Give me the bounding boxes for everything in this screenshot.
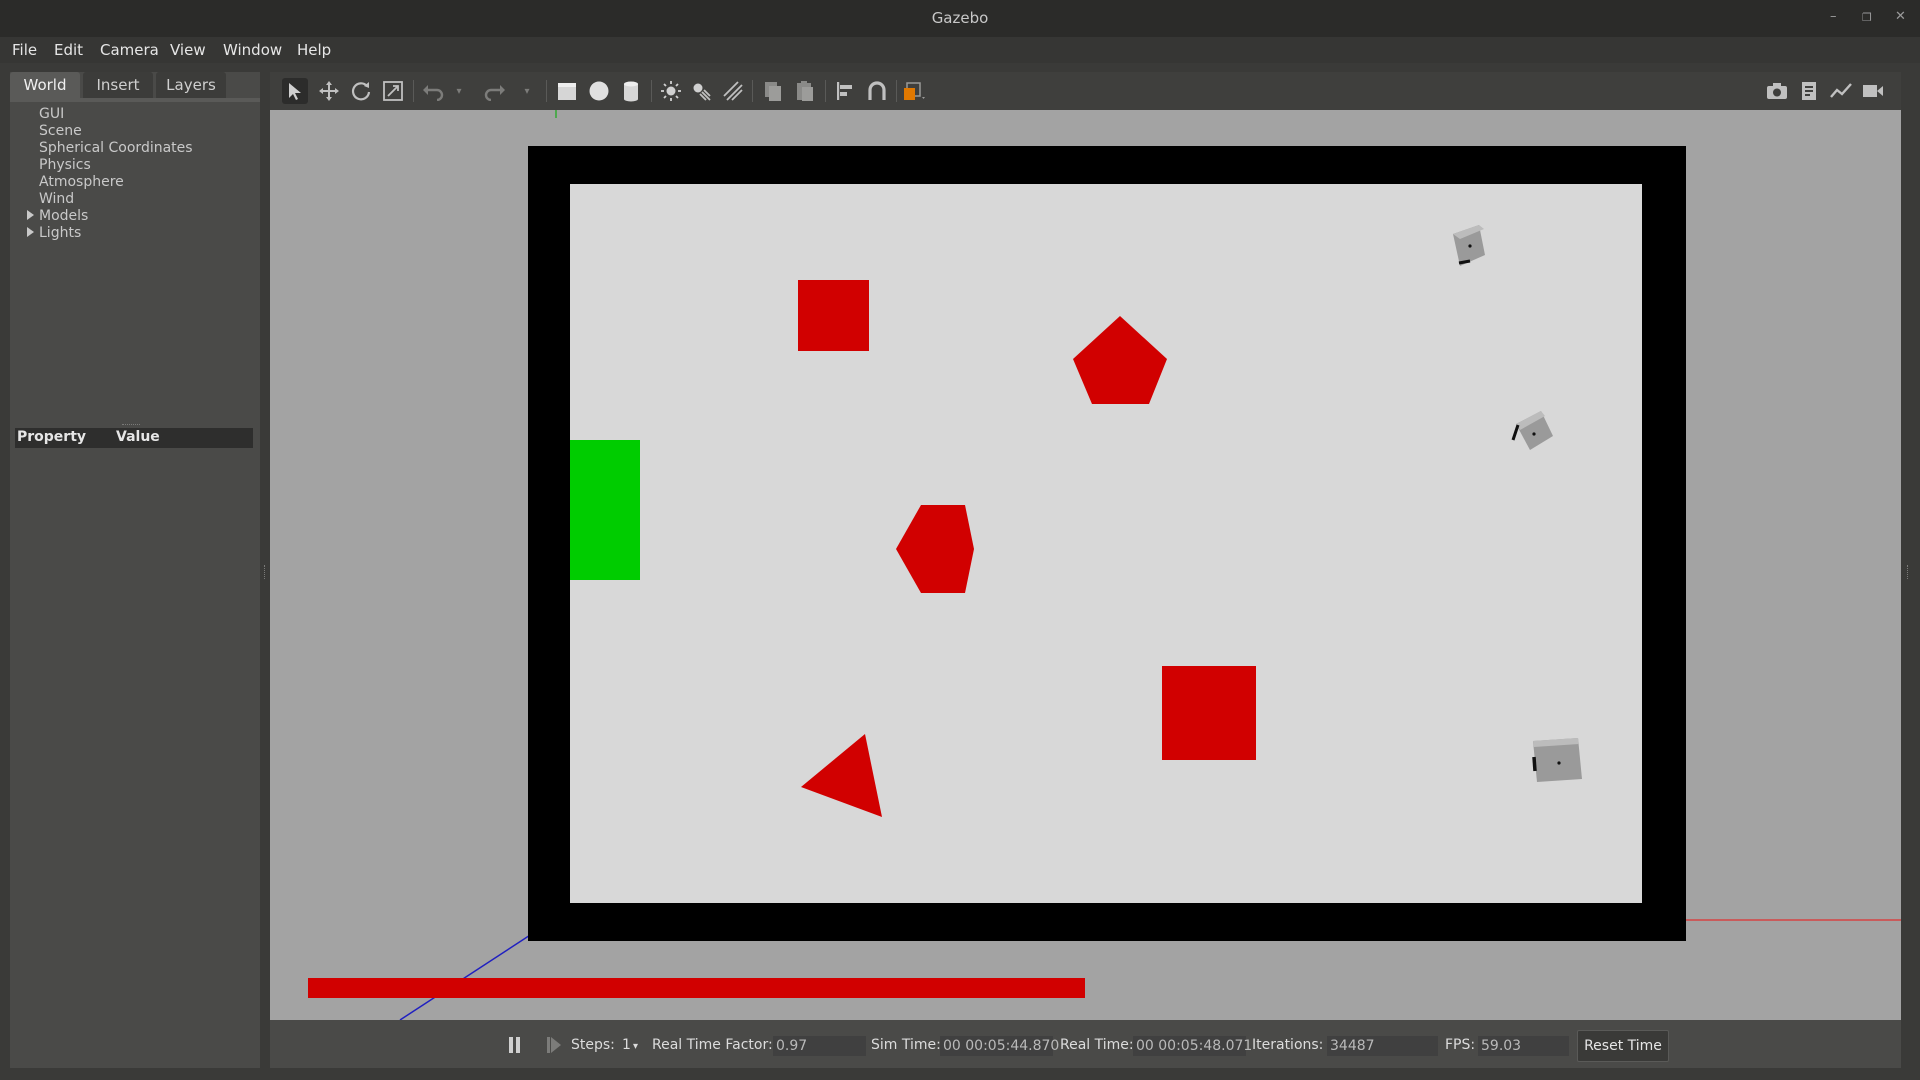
menu-help[interactable]: Help: [297, 41, 331, 59]
toolbar-separator: [896, 80, 897, 102]
tab-world[interactable]: World: [10, 72, 80, 98]
real-time-value: 00 00:05:48.071: [1133, 1036, 1252, 1056]
tab-layers[interactable]: Layers: [156, 72, 226, 98]
step-icon[interactable]: [546, 1036, 562, 1054]
tree-item-models[interactable]: Models: [39, 208, 88, 224]
real-time-factor-value: 0.97: [773, 1036, 866, 1056]
iterations-value: 34487: [1327, 1036, 1438, 1056]
tree-item-wind[interactable]: Wind: [39, 191, 74, 207]
panel-splitter[interactable]: [122, 424, 140, 427]
property-table-header: Property Value: [15, 428, 253, 448]
steps-value[interactable]: 1: [622, 1037, 631, 1053]
point-light-icon[interactable]: [658, 78, 684, 104]
real-time-label: Real Time:: [1060, 1037, 1134, 1053]
tree-item-spherical-coordinates[interactable]: Spherical Coordinates: [39, 140, 193, 156]
translate-icon[interactable]: [316, 78, 342, 104]
left-resize-handle[interactable]: [264, 565, 267, 579]
sim-time-label: Sim Time:: [871, 1037, 941, 1053]
spot-light-icon[interactable]: [688, 78, 714, 104]
steps-label: Steps:: [571, 1037, 615, 1053]
redo-dropdown-icon[interactable]: ▾: [520, 78, 534, 104]
menu-edit[interactable]: Edit: [54, 41, 83, 59]
menu-bar: File Edit Camera View Window Help: [0, 37, 1920, 63]
expand-arrow-icon[interactable]: [27, 227, 34, 237]
undo-icon[interactable]: [420, 78, 446, 104]
menu-view[interactable]: View: [170, 41, 206, 59]
record-icon[interactable]: [1860, 78, 1886, 104]
box-icon[interactable]: [554, 78, 580, 104]
menu-window[interactable]: Window: [223, 41, 282, 59]
maximize-icon[interactable]: ❐: [1862, 11, 1872, 24]
tree-item-lights[interactable]: Lights: [39, 225, 81, 241]
expand-arrow-icon[interactable]: [27, 210, 34, 220]
steps-dropdown-icon[interactable]: ▾: [633, 1041, 638, 1052]
scene-view[interactable]: [270, 110, 1901, 1020]
toolbar-separator: [825, 80, 826, 102]
sphere-icon[interactable]: [586, 78, 612, 104]
log-icon[interactable]: [1796, 78, 1822, 104]
menu-file[interactable]: File: [12, 41, 37, 59]
robot-3: [1532, 738, 1582, 782]
fps-value: 59.03: [1478, 1036, 1569, 1056]
plot-icon[interactable]: [1828, 78, 1854, 104]
window-title: Gazebo: [931, 9, 989, 27]
copy-icon[interactable]: [760, 78, 786, 104]
snap-icon[interactable]: [864, 78, 890, 104]
scene-canvas[interactable]: [270, 110, 1901, 1020]
toolbar-separator: [546, 80, 547, 102]
paste-icon[interactable]: [792, 78, 818, 104]
property-column-header: Property: [17, 429, 87, 445]
red-square-1: [798, 280, 869, 351]
reset-time-button[interactable]: Reset Time: [1577, 1030, 1669, 1062]
view-angle-icon[interactable]: [902, 78, 928, 104]
select-icon[interactable]: [282, 78, 308, 104]
directional-light-icon[interactable]: [720, 78, 746, 104]
rotate-icon[interactable]: [348, 78, 374, 104]
right-resize-handle[interactable]: [1907, 565, 1910, 579]
red-bar: [308, 978, 1085, 998]
screenshot-icon[interactable]: [1764, 78, 1790, 104]
minimize-icon[interactable]: –: [1830, 9, 1837, 24]
tree-item-physics[interactable]: Physics: [39, 157, 91, 173]
green-goal: [570, 440, 640, 580]
redo-icon[interactable]: [482, 78, 508, 104]
menu-camera[interactable]: Camera: [100, 41, 159, 59]
scale-icon[interactable]: [380, 78, 406, 104]
value-column-header: Value: [116, 429, 160, 445]
toolbar-separator: [752, 80, 753, 102]
cylinder-icon[interactable]: [618, 78, 644, 104]
close-icon[interactable]: ✕: [1895, 9, 1906, 24]
sim-time-value: 00 00:05:44.870: [940, 1036, 1059, 1056]
red-square-2: [1162, 666, 1256, 760]
toolbar: [270, 72, 1901, 110]
undo-dropdown-icon[interactable]: ▾: [452, 78, 466, 104]
fps-label: FPS:: [1445, 1037, 1476, 1053]
tree-item-atmosphere[interactable]: Atmosphere: [39, 174, 124, 190]
toolbar-separator: [651, 80, 652, 102]
iterations-label: Iterations:: [1252, 1037, 1324, 1053]
toolbar-separator: [413, 80, 414, 102]
arena-floor: [570, 184, 1642, 903]
pause-icon[interactable]: [508, 1036, 522, 1054]
tree-item-gui[interactable]: GUI: [39, 106, 64, 122]
real-time-factor-label: Real Time Factor:: [652, 1037, 773, 1053]
tab-insert[interactable]: Insert: [83, 72, 153, 98]
tab-underline: [10, 98, 260, 102]
align-icon[interactable]: [832, 78, 858, 104]
title-bar: Gazebo – ❐ ✕: [0, 0, 1920, 37]
tree-item-scene[interactable]: Scene: [39, 123, 82, 139]
